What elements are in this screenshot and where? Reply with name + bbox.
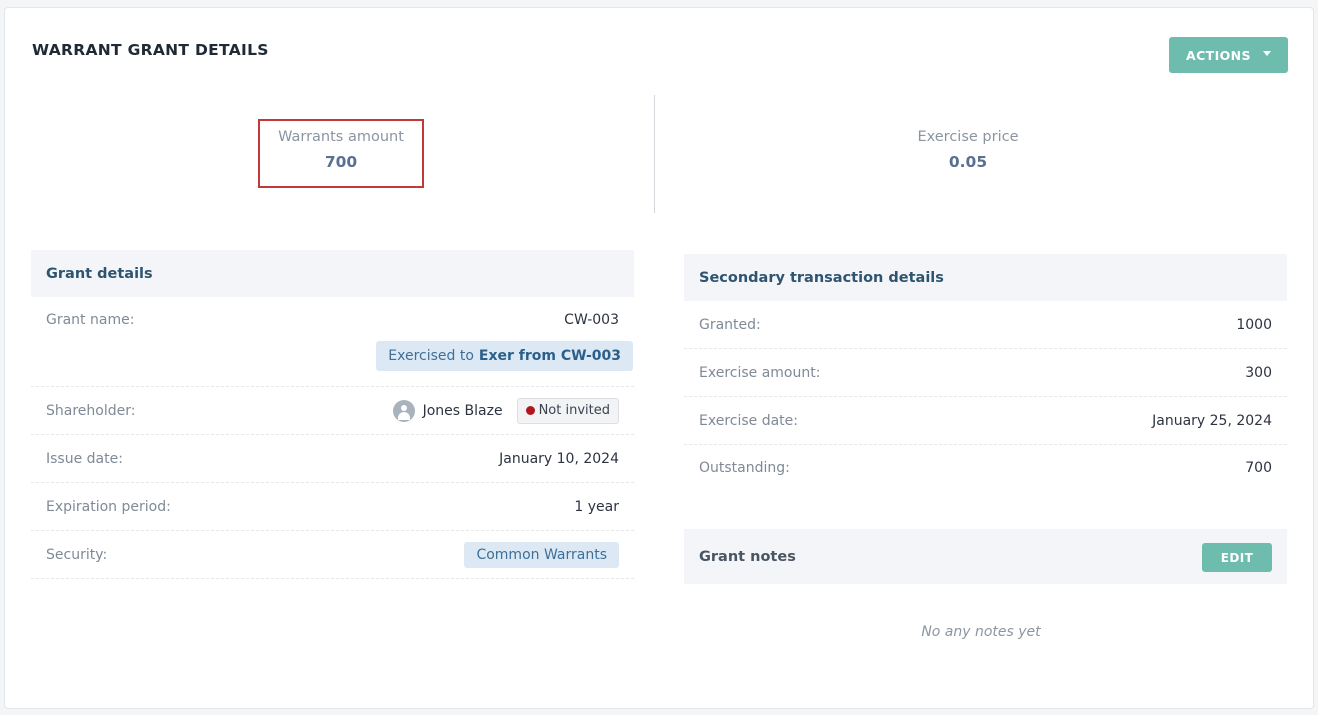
issue-date-row: Issue date: January 10, 2024 (31, 435, 634, 483)
grant-name-label: Grant name: (46, 312, 135, 328)
edit-notes-button[interactable]: EDIT (1202, 543, 1272, 572)
issue-date-label: Issue date: (46, 450, 123, 467)
expiration-value: 1 year (574, 498, 619, 515)
status-text: Not invited (538, 403, 610, 418)
shareholder-label: Shareholder: (46, 402, 136, 419)
grant-name-row: Grant name: CW-003 Exercised to Exer fro… (31, 297, 634, 387)
grant-details-header: Grant details (31, 250, 634, 297)
secondary-transaction-header: Secondary transaction details (684, 254, 1287, 301)
caret-down-icon (1262, 51, 1271, 56)
granted-row: Granted: 1000 (684, 301, 1287, 349)
actions-label: ACTIONS (1186, 47, 1251, 63)
exercised-prefix: Exercised to (388, 348, 474, 364)
status-badge: Not invited (516, 397, 619, 424)
security-tag[interactable]: Common Warrants (464, 541, 619, 568)
outstanding-row: Outstanding: 700 (684, 445, 1287, 491)
warrants-amount-label: Warrants amount (278, 129, 404, 145)
exercise-price-label: Exercise price (917, 129, 1019, 145)
notes-empty-text: No any notes yet (921, 624, 1041, 640)
actions-dropdown-button[interactable]: ACTIONS (1169, 37, 1288, 73)
outstanding-value: 700 (1245, 460, 1272, 476)
security-row: Security: Common Warrants (31, 531, 634, 579)
shareholder-info: Jones Blaze Not invited (392, 397, 619, 424)
security-label: Security: (46, 546, 108, 563)
page-title: WARRANT GRANT DETAILS (32, 41, 269, 59)
exercise-amount-row: Exercise amount: 300 (684, 349, 1287, 397)
warrants-amount-value: 700 (324, 153, 358, 171)
issue-date-value: January 10, 2024 (499, 450, 619, 467)
exercise-date-value: January 25, 2024 (1152, 412, 1272, 429)
exercise-date-row: Exercise date: January 25, 2024 (684, 397, 1287, 445)
exercise-amount-label: Exercise amount: (699, 364, 821, 381)
warrants-amount-stat: Warrants amount 700 (258, 119, 424, 188)
grant-notes-title: Grant notes (699, 548, 796, 565)
expiration-row: Expiration period: 1 year (31, 483, 634, 531)
expiration-label: Expiration period: (46, 498, 171, 515)
outstanding-label: Outstanding: (699, 460, 790, 476)
exercise-price-stat: Exercise price 0.05 (868, 129, 1068, 171)
grant-name-value: CW-003 (564, 312, 619, 328)
grant-notes-header: Grant notes EDIT (684, 529, 1287, 584)
avatar-user-icon (392, 399, 415, 422)
granted-value: 1000 (1236, 316, 1272, 333)
shareholder-name[interactable]: Jones Blaze (423, 403, 503, 419)
exercise-price-value: 0.05 (948, 153, 988, 171)
status-dot-icon (525, 406, 535, 415)
shareholder-row: Shareholder: Jones Blaze Not invited (31, 387, 634, 435)
exercised-to-tag[interactable]: Exercised to Exer from CW-003 (376, 341, 633, 371)
exercise-date-label: Exercise date: (699, 412, 798, 429)
exercise-amount-value: 300 (1245, 364, 1272, 381)
granted-label: Granted: (699, 316, 761, 333)
exercised-grant-link[interactable]: Exer from CW-003 (479, 348, 621, 364)
stat-divider (654, 95, 655, 213)
